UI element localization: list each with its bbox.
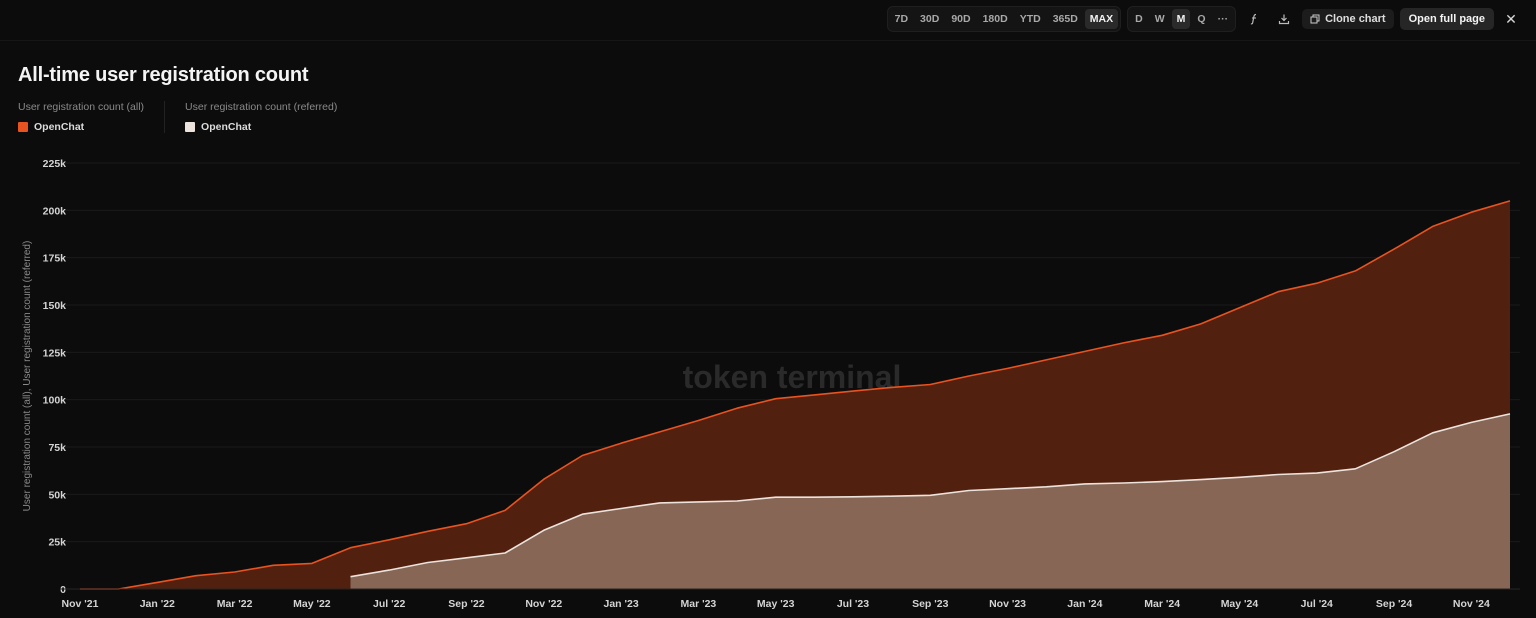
x-tick-label: Mar '23: [680, 598, 716, 610]
x-tick-label: May '24: [1221, 598, 1259, 610]
y-tick-label: 100k: [43, 395, 67, 407]
x-tick-label: Sep '24: [1376, 598, 1413, 610]
x-tick-label: Mar '24: [1144, 598, 1180, 610]
y-tick-label: 200k: [43, 205, 67, 217]
x-tick-label: Jul '22: [373, 598, 405, 610]
chart-panel: 7D 30D 90D 180D YTD 365D MAX D W M Q ··· Clone cha…: [0, 0, 1536, 618]
x-tick-label: Jul '23: [837, 598, 869, 610]
x-tick-label: Mar '22: [217, 598, 253, 610]
x-tick-label: Jan '22: [140, 598, 175, 610]
x-tick-label: Nov '24: [1453, 598, 1490, 610]
x-tick-label: Jul '24: [1301, 598, 1333, 610]
y-axis-label: User registration count (all), User regi…: [22, 241, 33, 512]
x-tick-label: Jan '24: [1067, 598, 1102, 610]
y-tick-label: 25k: [48, 537, 66, 549]
y-tick-label: 75k: [48, 442, 66, 454]
y-tick-label: 175k: [43, 253, 67, 265]
y-tick-label: 125k: [43, 347, 67, 359]
x-tick-label: May '22: [293, 598, 331, 610]
x-tick-label: Nov '21: [62, 598, 99, 610]
x-tick-label: Nov '23: [989, 598, 1026, 610]
x-tick-label: Sep '23: [912, 598, 949, 610]
y-tick-label: 150k: [43, 300, 67, 312]
x-tick-label: Nov '22: [525, 598, 562, 610]
x-tick-label: Jan '23: [603, 598, 638, 610]
area-chart: 0 25k 50k 75k 100k 125k 150k 175k 200k 225k User r…: [22, 158, 1520, 610]
x-tick-label: May '23: [757, 598, 795, 610]
y-tick-label: 50k: [48, 489, 66, 501]
y-tick-label: 225k: [43, 158, 67, 170]
x-tick-label: Sep '22: [448, 598, 485, 610]
y-tick-label: 0: [60, 584, 66, 596]
